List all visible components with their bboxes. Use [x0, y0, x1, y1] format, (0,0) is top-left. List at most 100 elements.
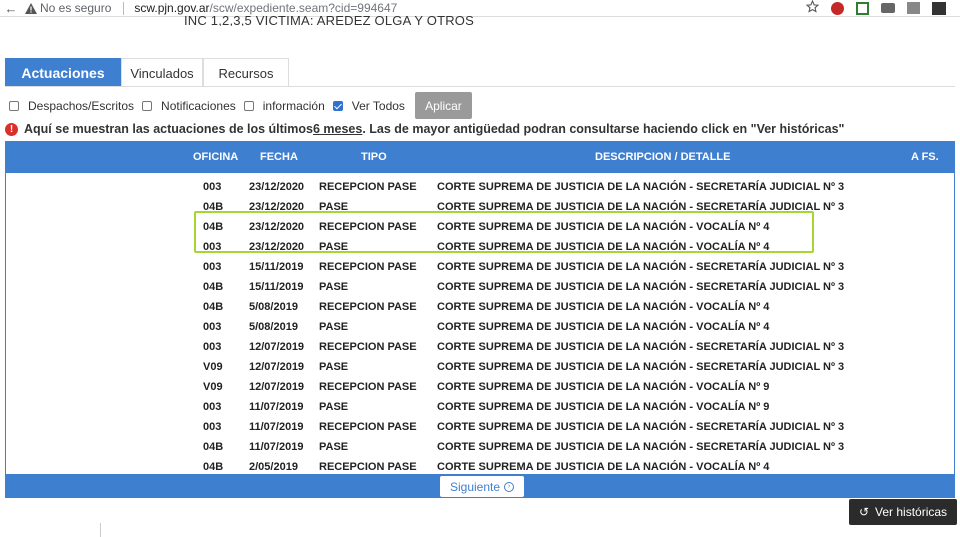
case-subtitle: INC 1,2,3,5 VICTIMA: AREDEZ OLGA Y OTROS: [184, 13, 474, 26]
table-row[interactable]: 003 12/07/2019 RECEPCION PASE CORTE SUPREMA…: [6, 337, 954, 357]
table-row[interactable]: 04B 15/11/2019 PASE CORTE SUPREMA DE JUSTIC…: [6, 277, 954, 297]
checkbox[interactable]: [142, 100, 153, 111]
info-notice: ! Aquí se muestran las actuaciones de lo…: [5, 122, 845, 136]
notice-text-after: . Las de mayor antigüedad podran consult…: [362, 122, 845, 136]
cell-oficina: 04B: [203, 221, 224, 233]
cell-fecha: 5/08/2019: [249, 321, 298, 333]
cell-tipo: PASE: [319, 401, 349, 413]
cell-desc: CORTE SUPREMA DE JUSTICIA DE LA NACIÓN -…: [437, 241, 770, 253]
browser-extensions: [805, 0, 946, 16]
filter-notificaciones[interactable]: Notificaciones: [142, 99, 236, 113]
filter-despachos[interactable]: Despachos/Escritos: [9, 99, 134, 113]
table-row[interactable]: 003 23/12/2020 RECEPCION PASE CORTE SUPREMA…: [6, 177, 954, 197]
cell-fecha: 12/07/2019: [249, 341, 305, 353]
cell-fecha: 23/12/2020: [249, 201, 305, 213]
table-row[interactable]: 04B 5/08/2019 RECEPCION PASE CORTE SUPREMA …: [6, 297, 954, 317]
tab-actuaciones[interactable]: Actuaciones: [5, 58, 121, 87]
header-tipo[interactable]: TIPO: [361, 151, 387, 163]
checkbox[interactable]: [243, 100, 254, 111]
extension-green-icon[interactable]: [856, 1, 869, 15]
cell-desc: CORTE SUPREMA DE JUSTICIA DE LA NACIÓN -…: [437, 401, 770, 413]
filter-label: Ver Todos: [351, 98, 405, 113]
table-row[interactable]: 003 23/12/2020 PASE CORTE SUPREMA DE JUSTIC…: [6, 237, 954, 257]
cell-oficina: 04B: [203, 461, 224, 473]
table-row[interactable]: 003 5/08/2019 PASE CORTE SUPREMA DE JUSTICI…: [6, 317, 954, 337]
filter-ver-todos[interactable]: Ver Todos: [332, 98, 405, 113]
checkbox-checked[interactable]: [332, 100, 343, 111]
cell-desc: CORTE SUPREMA DE JUSTICIA DE LA NACIÓN -…: [437, 221, 770, 233]
cell-desc: CORTE SUPREMA DE JUSTICIA DE LA NACIÓN -…: [437, 321, 770, 333]
header-oficina[interactable]: OFICINA: [193, 151, 238, 163]
extension-gray-icon[interactable]: [907, 2, 920, 14]
cell-oficina: 003: [203, 261, 222, 273]
table-footer: Siguiente ›: [6, 474, 954, 498]
cell-tipo: RECEPCION PASE: [319, 461, 417, 473]
cell-fecha: 12/07/2019: [249, 361, 305, 373]
cell-fecha: 15/11/2019: [249, 281, 304, 293]
filter-bar: Despachos/Escritos Notificaciones inform…: [9, 92, 472, 119]
divider: [123, 1, 125, 15]
cell-oficina: 04B: [203, 201, 224, 213]
tab-recursos[interactable]: Recursos: [203, 58, 289, 87]
security-status[interactable]: No es seguro: [40, 1, 111, 15]
notice-emphasis: 6 meses: [312, 122, 363, 136]
extension-dark-icon[interactable]: [932, 1, 946, 15]
cell-tipo: PASE: [319, 201, 349, 213]
table-header: OFICINA FECHA TIPO DESCRIPCION / DETALLE…: [6, 141, 954, 173]
header-afs[interactable]: A FS.: [911, 151, 939, 163]
star-icon[interactable]: [805, 0, 820, 16]
back-arrow-icon[interactable]: ←: [0, 1, 22, 16]
table-row[interactable]: 04B 23/12/2020 PASE CORTE SUPREMA DE JUSTIC…: [6, 197, 954, 217]
filter-informacion[interactable]: información: [243, 99, 325, 113]
cell-fecha: 23/12/2020: [249, 221, 305, 233]
table-row[interactable]: 003 11/07/2019 RECEPCION PASE CORTE SUPREMA…: [6, 417, 954, 437]
browser-address-bar: ← No es seguro scw.pjn.gov.ar/scw/expedi…: [0, 0, 960, 17]
next-page-button[interactable]: Siguiente ›: [440, 476, 524, 497]
cell-fecha: 2/05/2019: [249, 461, 298, 473]
cell-tipo: PASE: [319, 441, 349, 453]
table-row[interactable]: 003 15/11/2019 RECEPCION PASE CORTE SUPREMA…: [6, 257, 954, 277]
cell-tipo: RECEPCION PASE: [319, 381, 417, 393]
cell-fecha: 11/07/2019: [249, 401, 304, 413]
table-row[interactable]: V09 12/07/2019 PASE CORTE SUPREMA DE JUSTIC…: [6, 357, 954, 377]
historicas-label: Ver históricas: [875, 505, 948, 519]
camera-icon[interactable]: [881, 3, 895, 13]
cell-fecha: 15/11/2019: [249, 261, 304, 273]
cell-oficina: V09: [203, 381, 223, 393]
header-descripcion[interactable]: DESCRIPCION / DETALLE: [595, 151, 730, 163]
apply-button[interactable]: Aplicar: [414, 92, 472, 119]
header-fecha[interactable]: FECHA: [260, 151, 298, 163]
divider: [5, 86, 955, 87]
cell-oficina: 04B: [203, 301, 224, 313]
divider: [100, 523, 101, 537]
cell-oficina: V09: [203, 361, 223, 373]
cell-desc: CORTE SUPREMA DE JUSTICIA DE LA NACIÓN -…: [437, 301, 770, 313]
tab-vinculados[interactable]: Vinculados: [121, 58, 203, 87]
cell-fecha: 23/12/2020: [249, 181, 305, 193]
cell-desc: CORTE SUPREMA DE JUSTICIA DE LA NACIÓN -…: [437, 201, 845, 213]
filter-label: Despachos/Escritos: [28, 98, 135, 113]
cell-tipo: PASE: [319, 321, 349, 333]
next-label: Siguiente: [449, 479, 501, 494]
table-row[interactable]: V09 12/07/2019 RECEPCION PASE CORTE SUPREMA…: [6, 377, 954, 397]
cell-tipo: PASE: [319, 241, 349, 253]
cell-oficina: 003: [203, 421, 222, 433]
cell-oficina: 04B: [203, 281, 224, 293]
cell-fecha: 12/07/2019: [249, 381, 305, 393]
filter-label: Notificaciones: [161, 98, 236, 113]
warning-icon[interactable]: [22, 1, 40, 15]
ver-historicas-button[interactable]: ↺ Ver históricas: [849, 499, 957, 525]
table-row[interactable]: 04B 23/12/2020 RECEPCION PASE CORTE SUPREMA…: [6, 217, 954, 237]
cell-desc: CORTE SUPREMA DE JUSTICIA DE LA NACIÓN -…: [437, 261, 845, 273]
cell-fecha: 11/07/2019: [249, 421, 304, 433]
table-row[interactable]: 04B 11/07/2019 PASE CORTE SUPREMA DE JUSTIC…: [6, 437, 954, 457]
cell-tipo: RECEPCION PASE: [319, 341, 417, 353]
cell-desc: CORTE SUPREMA DE JUSTICIA DE LA NACIÓN -…: [437, 421, 845, 433]
alert-icon: !: [5, 122, 18, 136]
table-row[interactable]: 003 11/07/2019 PASE CORTE SUPREMA DE JUSTIC…: [6, 397, 954, 417]
checkbox[interactable]: [9, 100, 19, 111]
extension-red-icon[interactable]: [831, 1, 844, 15]
cell-oficina: 003: [203, 181, 222, 193]
notice-text-before: Aquí se muestran las actuaciones de los …: [24, 122, 313, 136]
cell-fecha: 11/07/2019: [249, 441, 304, 453]
